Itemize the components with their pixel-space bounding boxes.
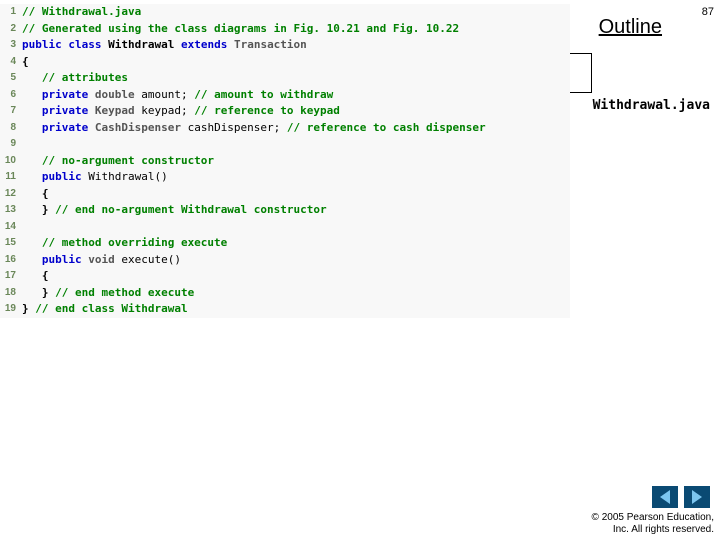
code-comment: // reference to cash dispenser bbox=[287, 121, 486, 134]
code-type: Keypad bbox=[88, 104, 134, 117]
line-number: 7 bbox=[0, 103, 22, 120]
line-number: 8 bbox=[0, 120, 22, 137]
nav-buttons bbox=[652, 486, 710, 508]
copyright-line: © 2005 Pearson Education, bbox=[592, 512, 714, 524]
code-brace: { bbox=[22, 269, 49, 282]
code-type: Transaction bbox=[227, 38, 306, 51]
code-comment: // end class Withdrawal bbox=[35, 302, 187, 315]
code-brace: } bbox=[22, 302, 35, 315]
code-listing: 1// Withdrawal.java 2// Generated using … bbox=[0, 4, 570, 318]
code-brace: } bbox=[22, 286, 55, 299]
code-comment: // amount to withdraw bbox=[194, 88, 333, 101]
code-keyword: extends bbox=[181, 38, 227, 51]
line-number: 1 bbox=[0, 4, 22, 21]
code-comment: // attributes bbox=[22, 71, 128, 84]
code-keyword: public bbox=[22, 253, 82, 266]
code-identifier: Withdrawal bbox=[101, 38, 180, 51]
next-button[interactable] bbox=[684, 486, 710, 508]
code-keyword: public bbox=[22, 170, 82, 183]
line-number: 9 bbox=[0, 136, 22, 153]
code-type: CashDispenser bbox=[88, 121, 181, 134]
code-brace: } bbox=[22, 203, 55, 216]
code-comment: // end no-argument Withdrawal constructo… bbox=[55, 203, 327, 216]
code-brace: { bbox=[22, 187, 49, 200]
code-type: double bbox=[88, 88, 134, 101]
line-number: 4 bbox=[0, 54, 22, 71]
filename-label: Withdrawal.java bbox=[593, 98, 710, 113]
code-text: keypad; bbox=[135, 104, 195, 117]
code-comment: // end method execute bbox=[55, 286, 194, 299]
triangle-left-icon bbox=[660, 490, 670, 504]
code-keyword: private bbox=[22, 88, 88, 101]
copyright-notice: © 2005 Pearson Education, Inc. All right… bbox=[592, 512, 714, 536]
line-number: 6 bbox=[0, 87, 22, 104]
code-comment: // Generated using the class diagrams in… bbox=[22, 22, 459, 35]
copyright-line: Inc. All rights reserved. bbox=[592, 524, 714, 536]
line-number: 5 bbox=[0, 70, 22, 87]
line-number: 10 bbox=[0, 153, 22, 170]
code-type: void bbox=[82, 253, 115, 266]
line-number: 19 bbox=[0, 301, 22, 318]
line-number: 18 bbox=[0, 285, 22, 302]
line-number: 17 bbox=[0, 268, 22, 285]
code-comment: // method overriding execute bbox=[22, 236, 227, 249]
line-number: 2 bbox=[0, 21, 22, 38]
line-number: 14 bbox=[0, 219, 22, 236]
line-number: 13 bbox=[0, 202, 22, 219]
triangle-right-icon bbox=[692, 490, 702, 504]
code-comment: // no-argument constructor bbox=[22, 154, 214, 167]
code-comment: // Withdrawal.java bbox=[22, 5, 141, 18]
line-number: 12 bbox=[0, 186, 22, 203]
line-number: 3 bbox=[0, 37, 22, 54]
code-brace: { bbox=[22, 55, 29, 68]
code-keyword: private bbox=[22, 104, 88, 117]
line-number: 11 bbox=[0, 169, 22, 186]
code-keyword: public class bbox=[22, 38, 101, 51]
prev-button[interactable] bbox=[652, 486, 678, 508]
code-comment: // reference to keypad bbox=[194, 104, 340, 117]
code-text: cashDispenser; bbox=[181, 121, 287, 134]
outline-heading: Outline bbox=[599, 16, 662, 39]
code-text: Withdrawal() bbox=[82, 170, 168, 183]
code-keyword: private bbox=[22, 121, 88, 134]
code-text: execute() bbox=[115, 253, 181, 266]
code-text: amount; bbox=[135, 88, 195, 101]
line-number: 16 bbox=[0, 252, 22, 269]
line-number: 15 bbox=[0, 235, 22, 252]
page-number: 87 bbox=[702, 6, 714, 18]
